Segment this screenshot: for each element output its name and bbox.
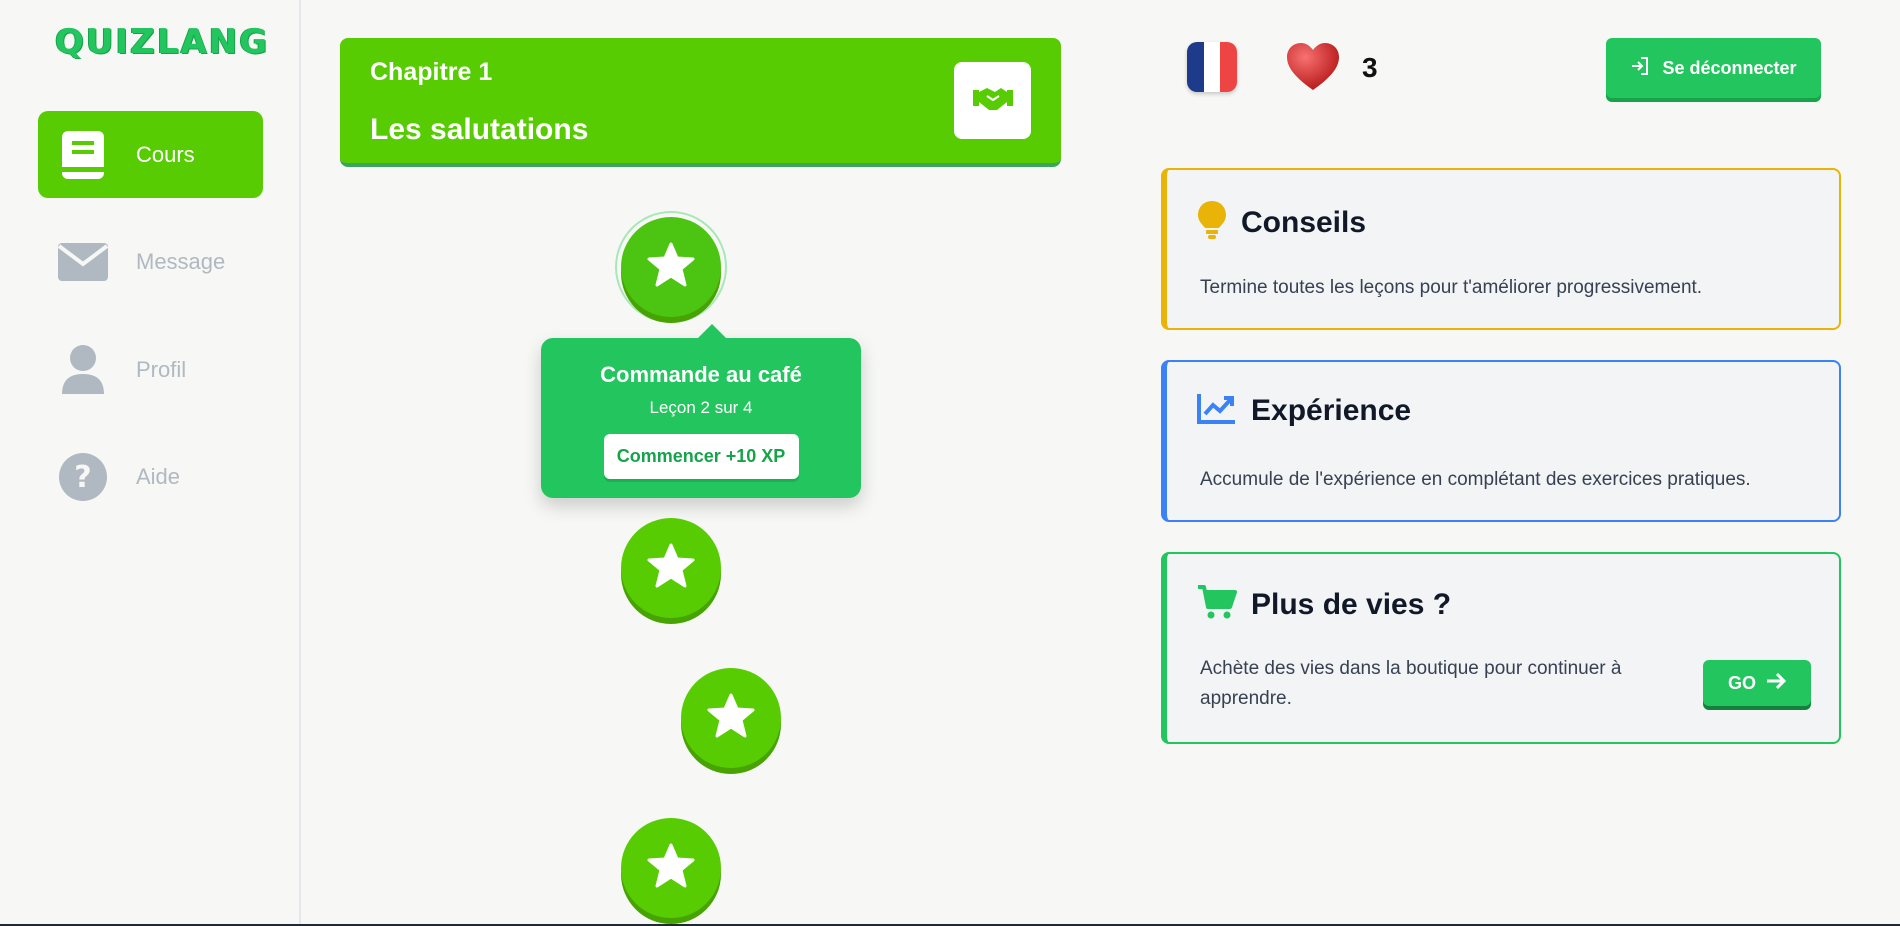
lesson-node-4[interactable]	[621, 818, 721, 918]
sidebar-item-profil[interactable]: Profil	[38, 326, 263, 413]
sign-in-icon	[1630, 56, 1650, 81]
sidebar-item-label: Message	[136, 248, 226, 274]
experience-title: Expérience	[1251, 393, 1412, 427]
arrow-right-icon	[1766, 672, 1787, 695]
heart-icon	[1286, 42, 1340, 92]
handshake-icon	[972, 84, 1013, 117]
question-circle-icon: ?	[56, 450, 110, 504]
lesson-popup-title: Commande au café	[600, 362, 802, 387]
experience-card: Expérience Accumule de l'expérience en c…	[1161, 360, 1841, 522]
star-icon	[707, 693, 755, 744]
lesson-node-1[interactable]	[621, 217, 721, 317]
tips-title: Conseils	[1241, 205, 1367, 239]
lesson-node-2[interactable]	[621, 518, 721, 618]
user-icon	[56, 343, 110, 397]
lives-card: Plus de vies ? Achète des vies dans la b…	[1161, 552, 1841, 744]
envelope-icon	[56, 235, 110, 289]
star-icon	[647, 543, 695, 594]
go-label: GO	[1727, 672, 1756, 693]
tips-card: Conseils Termine toutes les leçons pour …	[1161, 168, 1841, 330]
chapter-banner: Chapitre 1 Les salutations	[340, 38, 1061, 167]
chapter-subtitle: Chapitre 1	[370, 58, 493, 86]
shopping-cart-icon	[1197, 584, 1237, 625]
lesson-node-3[interactable]	[681, 668, 781, 768]
lesson-popup-progress: Leçon 2 sur 4	[649, 398, 753, 417]
sidebar-item-label: Aide	[136, 463, 181, 489]
lives-count: 3	[1362, 52, 1378, 83]
chart-line-icon	[1197, 392, 1237, 429]
sidebar-item-label: Profil	[136, 356, 187, 382]
sidebar-item-aide[interactable]: ? Aide	[38, 433, 263, 520]
logout-button[interactable]: Se déconnecter	[1606, 38, 1821, 98]
star-icon	[647, 242, 695, 293]
sidebar-item-cours[interactable]: Cours	[38, 111, 263, 198]
logout-label: Se déconnecter	[1662, 57, 1797, 78]
france-flag-icon[interactable]	[1187, 42, 1237, 92]
lives-title: Plus de vies ?	[1251, 587, 1452, 621]
tips-text: Termine toutes les leçons pour t'amélior…	[1200, 277, 1703, 298]
go-shop-button[interactable]: GO	[1703, 660, 1811, 706]
lightbulb-icon	[1197, 200, 1227, 245]
sidebar: QUIZLANG Cours Message Profil ? Aide	[0, 0, 301, 926]
lesson-popup: Commande au café Leçon 2 sur 4 Commencer…	[541, 324, 861, 498]
lives-text: Achète des vies dans la boutique pour co…	[1200, 658, 1622, 709]
start-lesson-button[interactable]: Commencer +10 XP	[603, 434, 799, 479]
app-logo[interactable]: QUIZLANG	[55, 22, 269, 62]
chapter-guide-button[interactable]	[954, 62, 1031, 139]
book-icon	[56, 128, 110, 182]
svg-text:?: ?	[74, 460, 91, 495]
sidebar-item-message[interactable]: Message	[38, 218, 263, 305]
sidebar-item-label: Cours	[136, 141, 195, 167]
chapter-title: Les salutations	[370, 113, 589, 146]
experience-text: Accumule de l'expérience en complétant d…	[1200, 469, 1751, 490]
star-icon	[647, 843, 695, 894]
